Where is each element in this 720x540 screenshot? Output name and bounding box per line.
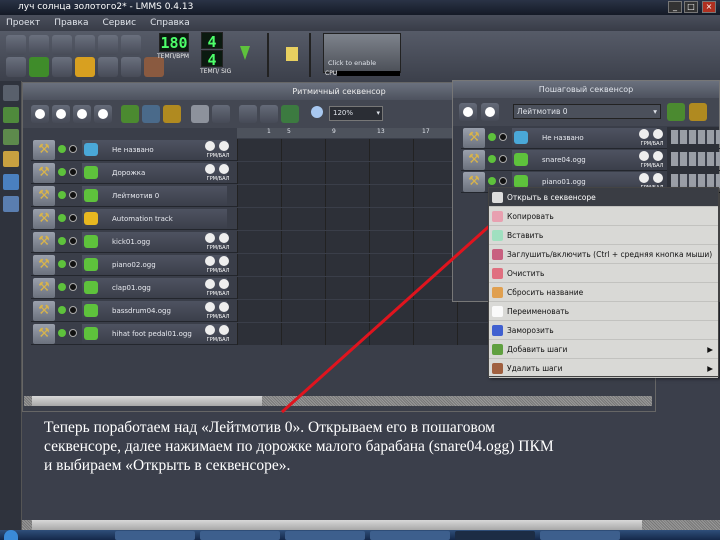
menu-item-label: Открыть в секвенсоре xyxy=(507,193,596,202)
taskbar xyxy=(0,530,720,540)
taskbar-item[interactable] xyxy=(370,531,450,540)
freeze-icon xyxy=(492,325,503,336)
menu-item-label: Добавить шаги xyxy=(507,345,568,354)
menu-item-label: Вставить xyxy=(507,231,544,240)
menu-item[interactable]: Сбросить название xyxy=(489,283,718,302)
start-button[interactable] xyxy=(4,530,18,540)
copy-icon xyxy=(492,211,503,222)
menu-item-label: Очистить xyxy=(507,269,545,278)
menu-item-label: Сбросить название xyxy=(507,288,584,297)
taskbar-item-active[interactable] xyxy=(455,531,535,540)
taskbar-item[interactable] xyxy=(200,531,280,540)
menu-item[interactable]: Переименовать xyxy=(489,302,718,321)
menu-item[interactable]: Удалить шаги ▶ xyxy=(489,359,718,378)
add-steps-icon xyxy=(492,344,503,355)
main-horizontal-scrollbar[interactable] xyxy=(22,520,720,530)
menu-item[interactable]: Добавить шаги ▶ xyxy=(489,340,718,359)
remove-steps-icon xyxy=(492,363,503,374)
clear-icon xyxy=(492,268,503,279)
mute-icon xyxy=(492,249,503,260)
context-menu: Открыть в секвенсоре Копировать Вставить За… xyxy=(488,187,719,378)
rename-icon xyxy=(492,306,503,317)
menu-item-label: Копировать xyxy=(507,212,554,221)
caption-text: Теперь поработаем над «Лейтмотив 0». Отк… xyxy=(44,419,554,474)
submenu-arrow-icon: ▶ xyxy=(707,364,713,373)
menu-item[interactable]: Очистить xyxy=(489,264,718,283)
paste-icon xyxy=(492,230,503,241)
taskbar-item[interactable] xyxy=(285,531,365,540)
menu-item[interactable]: Копировать xyxy=(489,207,718,226)
piano-roll-icon xyxy=(492,192,503,203)
scrollbar-thumb[interactable] xyxy=(32,520,642,530)
menu-item-label: Переименовать xyxy=(507,307,570,316)
reset-name-icon xyxy=(492,287,503,298)
taskbar-item[interactable] xyxy=(115,531,195,540)
menu-item[interactable]: Вставить xyxy=(489,226,718,245)
taskbar-item[interactable] xyxy=(540,531,620,540)
menu-item[interactable]: Открыть в секвенсоре xyxy=(489,188,718,207)
menu-item-label: Удалить шаги xyxy=(507,364,563,373)
submenu-arrow-icon: ▶ xyxy=(707,345,713,354)
menu-item-label: Заморозить xyxy=(507,326,554,335)
menu-item[interactable]: Заглушить/включить (Ctrl + средняя кнопк… xyxy=(489,245,718,264)
menu-item-label: Заглушить/включить (Ctrl + средняя кнопк… xyxy=(507,250,713,259)
menu-item[interactable]: Заморозить xyxy=(489,321,718,340)
